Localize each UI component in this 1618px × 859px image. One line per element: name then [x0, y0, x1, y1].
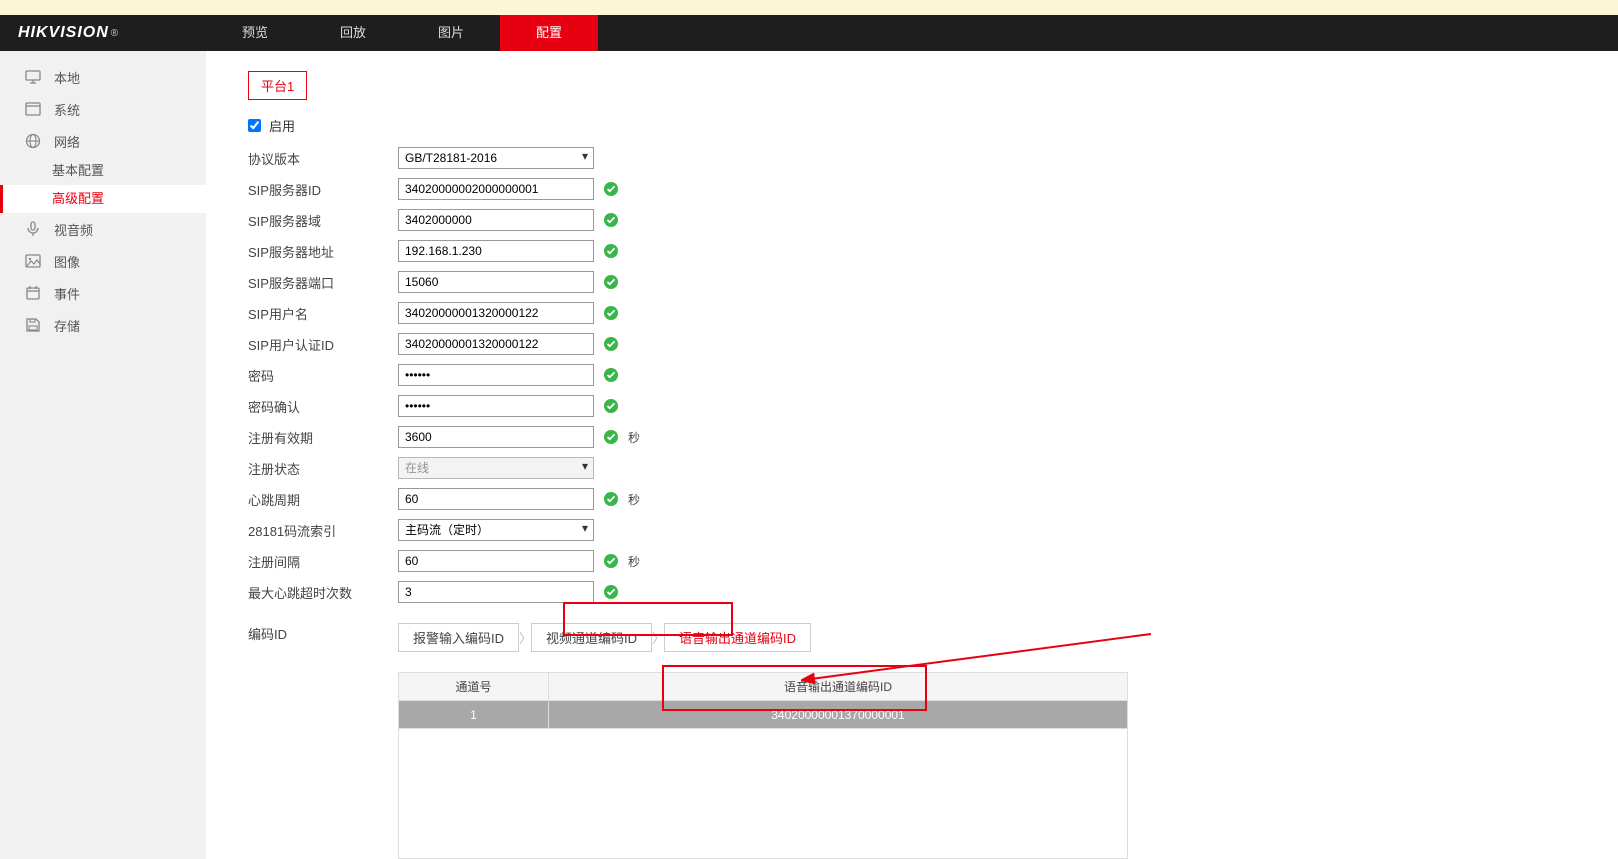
sip-auth-label: SIP用户认证ID	[248, 335, 398, 354]
stream-select[interactable]: 主码流（定时）	[398, 519, 594, 541]
check-icon	[602, 490, 620, 508]
th-audio-id: 语音输出通道编码ID	[549, 673, 1128, 701]
sip-auth-input[interactable]	[398, 333, 594, 355]
unit-sec: 秒	[628, 553, 640, 570]
max-hb-input[interactable]	[398, 581, 594, 603]
sidebar-storage[interactable]: 存储	[0, 309, 206, 341]
image-icon	[24, 252, 42, 270]
sidebar-av-label: 视音频	[54, 220, 93, 239]
sip-id-input[interactable]	[398, 178, 594, 200]
table-empty-area	[398, 729, 1128, 859]
sip-domain-input[interactable]	[398, 209, 594, 231]
heartbeat-input[interactable]	[398, 488, 594, 510]
crumb-audio[interactable]: 语音输出通道编码ID	[664, 623, 811, 652]
check-icon	[602, 273, 620, 291]
check-icon	[602, 180, 620, 198]
check-icon	[602, 335, 620, 353]
chevron-right-icon: 〉	[652, 628, 664, 647]
sip-domain-label: SIP服务器域	[248, 211, 398, 230]
sidebar-av[interactable]: 视音频	[0, 213, 206, 245]
enable-checkbox[interactable]	[248, 119, 261, 132]
sub-tabs: 平台1	[248, 71, 1618, 100]
reg-interval-label: 注册间隔	[248, 552, 398, 571]
cell-audio-id: 34020000001370000001	[549, 701, 1128, 729]
mic-icon	[24, 220, 42, 238]
nav-tabs: 预览 回放 图片 配置	[206, 15, 598, 51]
th-channel: 通道号	[399, 673, 549, 701]
sidebar-local-label: 本地	[54, 68, 80, 87]
logo: HIKVISION ®	[0, 15, 206, 51]
sidebar-network-adv[interactable]: 高级配置	[0, 185, 206, 213]
check-icon	[602, 552, 620, 570]
sidebar-local[interactable]: 本地	[0, 61, 206, 93]
cell-channel: 1	[399, 701, 549, 729]
logo-reg-icon: ®	[111, 28, 118, 39]
enable-label: 启用	[269, 116, 295, 135]
content: 平台1 启用 协议版本 GB/T28181-2016 SIP服务器ID SIP服…	[206, 51, 1618, 859]
monitor-icon	[24, 68, 42, 86]
save-icon	[24, 316, 42, 334]
sidebar-network-label: 网络	[54, 132, 80, 151]
pwd2-input[interactable]	[398, 395, 594, 417]
unit-sec: 秒	[628, 491, 640, 508]
nav-image[interactable]: 图片	[402, 15, 500, 51]
protocol-label: 协议版本	[248, 149, 398, 168]
reg-valid-label: 注册有效期	[248, 428, 398, 447]
sidebar-image-label: 图像	[54, 252, 80, 271]
nav-playback[interactable]: 回放	[304, 15, 402, 51]
sip-addr-input[interactable]	[398, 240, 594, 262]
window-icon	[24, 100, 42, 118]
encode-id-tabs: 报警输入编码ID 〉 视频通道编码ID 〉 语音输出通道编码ID	[398, 623, 811, 652]
pwd2-label: 密码确认	[248, 397, 398, 416]
sip-user-input[interactable]	[398, 302, 594, 324]
check-icon	[602, 304, 620, 322]
sidebar-system[interactable]: 系统	[0, 93, 206, 125]
reg-status-label: 注册状态	[248, 459, 398, 478]
crumb-video[interactable]: 视频通道编码ID	[531, 623, 652, 652]
unit-sec: 秒	[628, 429, 640, 446]
check-icon	[602, 242, 620, 260]
header: HIKVISION ® 预览 回放 图片 配置	[0, 15, 1618, 51]
check-icon	[602, 366, 620, 384]
heartbeat-label: 心跳周期	[248, 490, 398, 509]
sidebar-event[interactable]: 事件	[0, 277, 206, 309]
reg-status-select: 在线	[398, 457, 594, 479]
sip-port-input[interactable]	[398, 271, 594, 293]
calendar-icon	[24, 284, 42, 302]
enable-row: 启用	[248, 116, 1618, 135]
browser-strip	[0, 0, 1618, 15]
sidebar-network[interactable]: 网络	[0, 125, 206, 157]
sip-user-label: SIP用户名	[248, 304, 398, 323]
protocol-select[interactable]: GB/T28181-2016	[398, 147, 594, 169]
logo-text: HIKVISION	[18, 24, 109, 42]
sidebar-storage-label: 存储	[54, 316, 80, 335]
sip-port-label: SIP服务器端口	[248, 273, 398, 292]
subtab-platform1[interactable]: 平台1	[248, 71, 307, 100]
table-row[interactable]: 1 34020000001370000001	[399, 701, 1128, 729]
pwd-input[interactable]	[398, 364, 594, 386]
max-hb-label: 最大心跳超时次数	[248, 583, 398, 602]
reg-valid-input[interactable]	[398, 426, 594, 448]
check-icon	[602, 428, 620, 446]
crumb-alarm[interactable]: 报警输入编码ID	[398, 623, 519, 652]
sidebar-event-label: 事件	[54, 284, 80, 303]
sip-id-label: SIP服务器ID	[248, 180, 398, 199]
encode-id-label: 编码ID	[248, 624, 398, 643]
sip-addr-label: SIP服务器地址	[248, 242, 398, 261]
globe-icon	[24, 132, 42, 150]
chevron-right-icon: 〉	[519, 628, 531, 647]
nav-preview[interactable]: 预览	[206, 15, 304, 51]
pwd-label: 密码	[248, 366, 398, 385]
check-icon	[602, 583, 620, 601]
check-icon	[602, 211, 620, 229]
encode-table: 通道号 语音输出通道编码ID 1 34020000001370000001	[398, 672, 1128, 859]
sidebar-system-label: 系统	[54, 100, 80, 119]
nav-config[interactable]: 配置	[500, 15, 598, 51]
reg-interval-input[interactable]	[398, 550, 594, 572]
stream-label: 28181码流索引	[248, 521, 398, 540]
sidebar-network-basic[interactable]: 基本配置	[0, 157, 206, 185]
check-icon	[602, 397, 620, 415]
sidebar-image[interactable]: 图像	[0, 245, 206, 277]
sidebar: 本地 系统 网络 基本配置 高级配置 视音频 图像	[0, 51, 206, 859]
